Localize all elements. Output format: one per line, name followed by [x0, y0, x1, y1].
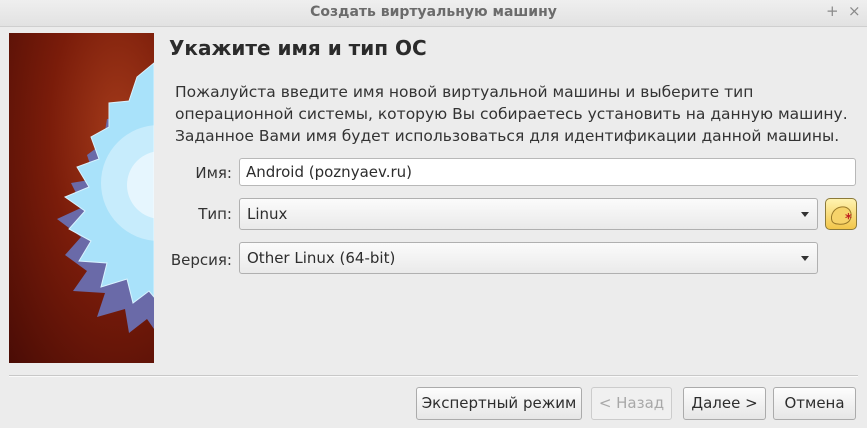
expert-mode-button[interactable]: Экспертный режим — [416, 387, 582, 420]
window-title: Создать виртуальную машину — [310, 4, 557, 20]
window-close-button[interactable]: × — [848, 2, 861, 20]
next-button[interactable]: Далее > — [683, 387, 766, 420]
version-select[interactable]: Other Linux (64-bit) — [239, 242, 818, 274]
name-input[interactable]: Android (poznyaev.ru) — [239, 158, 856, 186]
name-label: Имя: — [195, 164, 232, 182]
back-button[interactable]: < Назад — [591, 387, 672, 420]
window-extra-button[interactable]: + — [826, 2, 839, 20]
version-label: Версия: — [170, 251, 232, 269]
type-select-value: Linux — [247, 205, 288, 223]
chevron-down-icon — [801, 212, 809, 217]
svg-text:*: * — [845, 212, 852, 227]
cancel-button[interactable]: Отмена — [773, 387, 856, 420]
page-heading: Укажите имя и тип ОС — [169, 36, 427, 60]
os-type-icon: * — [825, 198, 857, 230]
button-separator — [9, 375, 858, 377]
title-bar: Создать виртуальную машину + × — [0, 0, 867, 27]
chevron-down-icon — [801, 256, 809, 261]
type-select[interactable]: Linux — [239, 198, 818, 230]
type-label: Тип: — [198, 205, 232, 223]
wizard-banner-image — [9, 33, 154, 363]
version-select-value: Other Linux (64-bit) — [247, 249, 396, 267]
page-description: Пожалуйста введите имя новой виртуальной… — [175, 83, 848, 145]
